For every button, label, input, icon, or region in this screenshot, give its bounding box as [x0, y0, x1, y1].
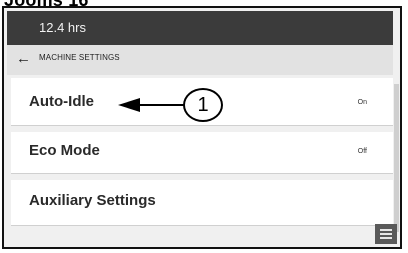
menu-icon[interactable] — [375, 224, 397, 244]
settings-header: ← MACHINE SETTINGS — [7, 45, 393, 75]
back-arrow-icon[interactable]: ← — [16, 50, 31, 68]
setting-label: Auxiliary Settings — [29, 192, 156, 209]
setting-label: Auto-Idle — [29, 93, 94, 110]
setting-value: Off — [357, 148, 367, 155]
device-screen: 12.4 hrs ← MACHINE SETTINGS Auto-Idle On… — [2, 6, 402, 249]
setting-label: Eco Mode — [29, 142, 100, 159]
callout-marker: 1 — [183, 88, 223, 122]
machine-hours: 12.4 hrs — [39, 20, 86, 35]
callout-leader-line — [137, 104, 185, 106]
setting-row-eco-mode[interactable]: Eco Mode Off — [11, 132, 393, 174]
scrollbar[interactable] — [394, 84, 399, 232]
setting-value: On — [357, 99, 367, 106]
setting-row-auxiliary[interactable]: Auxiliary Settings — [11, 180, 393, 226]
status-bar: 12.4 hrs — [7, 11, 393, 45]
page-title: MACHINE SETTINGS — [39, 53, 120, 62]
